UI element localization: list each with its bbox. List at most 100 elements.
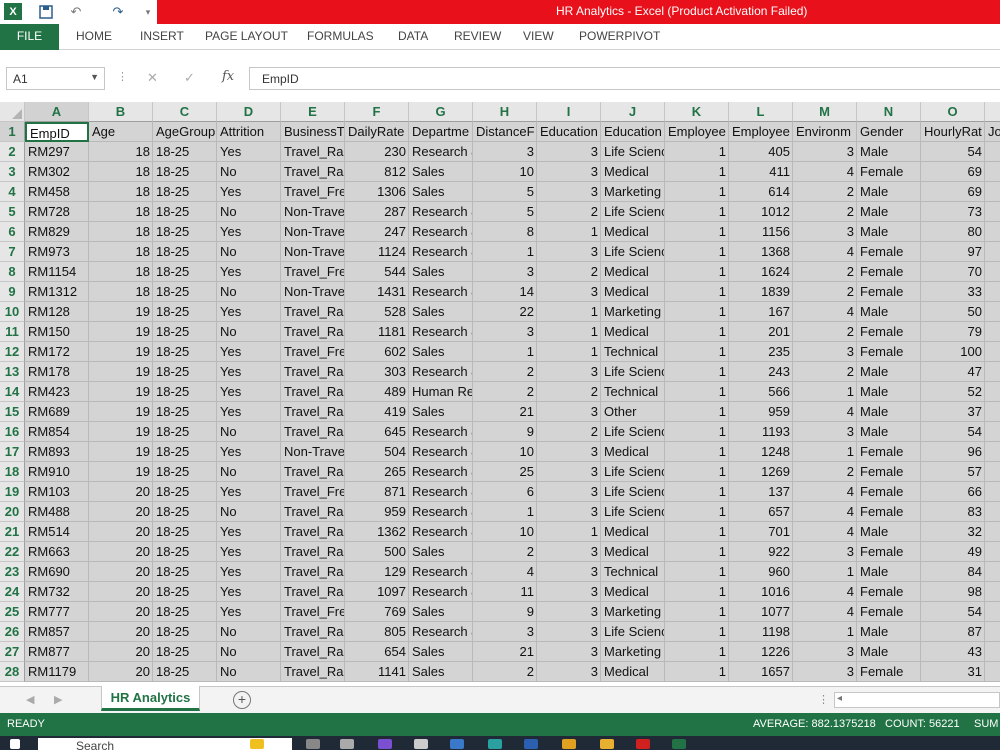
table-cell[interactable]: 504 [345,442,409,462]
table-cell[interactable]: 31 [921,662,985,682]
header-cell[interactable]: Departme [409,122,473,142]
table-cell[interactable]: 3 [537,542,601,562]
table-cell[interactable]: 8 [473,222,537,242]
tab-data[interactable]: DATA [398,29,428,43]
table-cell[interactable]: 3 [537,482,601,502]
table-cell[interactable] [985,422,1000,442]
table-cell[interactable]: 3 [537,162,601,182]
table-cell[interactable]: 20 [89,542,153,562]
table-cell[interactable]: 18 [89,162,153,182]
table-cell[interactable]: 1 [537,322,601,342]
windows-start-icon[interactable] [10,739,20,749]
row-header[interactable]: 21 [0,522,25,542]
table-cell[interactable]: Marketing [601,302,665,322]
table-cell[interactable]: 70 [921,262,985,282]
table-cell[interactable]: 137 [729,482,793,502]
table-cell[interactable]: 265 [345,462,409,482]
row-header[interactable]: 27 [0,642,25,662]
table-cell[interactable]: 69 [921,162,985,182]
table-cell[interactable]: Research & [409,422,473,442]
table-cell[interactable]: 18-25 [153,602,217,622]
copilot-icon[interactable] [378,739,392,749]
table-cell[interactable]: 18 [89,262,153,282]
table-cell[interactable]: 1 [793,382,857,402]
table-cell[interactable]: 20 [89,562,153,582]
table-cell[interactable]: Travel_Fre [281,182,345,202]
row-header[interactable]: 20 [0,502,25,522]
more-options-icon[interactable]: ⋮ [117,70,128,83]
table-cell[interactable]: RM488 [25,502,89,522]
formula-input[interactable]: EmpID [249,67,1000,90]
table-cell[interactable]: 419 [345,402,409,422]
table-cell[interactable]: 49 [921,542,985,562]
table-cell[interactable]: 18-25 [153,222,217,242]
header-cell[interactable]: HourlyRat [921,122,985,142]
tab-insert[interactable]: INSERT [140,29,184,43]
row-header[interactable]: 17 [0,442,25,462]
table-cell[interactable]: Research & [409,442,473,462]
table-cell[interactable]: 1248 [729,442,793,462]
table-cell[interactable]: Life Scienc [601,142,665,162]
table-cell[interactable]: Research & [409,362,473,382]
header-cell[interactable]: DailyRate [345,122,409,142]
table-cell[interactable]: 5 [473,182,537,202]
table-cell[interactable]: 3 [537,242,601,262]
table-cell[interactable]: 2 [793,462,857,482]
table-cell[interactable]: 230 [345,142,409,162]
table-cell[interactable]: 3 [537,442,601,462]
table-cell[interactable]: 20 [89,642,153,662]
row-header[interactable]: 3 [0,162,25,182]
table-cell[interactable]: 4 [793,302,857,322]
table-cell[interactable]: 19 [89,362,153,382]
table-cell[interactable]: Human Re [409,382,473,402]
table-cell[interactable]: RM829 [25,222,89,242]
table-cell[interactable] [985,222,1000,242]
table-cell[interactable]: 18-25 [153,262,217,282]
table-cell[interactable]: 57 [921,462,985,482]
table-cell[interactable]: 201 [729,322,793,342]
header-cell[interactable]: EmpID [25,122,89,142]
header-cell[interactable]: DistanceF [473,122,537,142]
table-cell[interactable]: Male [857,522,921,542]
table-cell[interactable]: 701 [729,522,793,542]
header-cell[interactable]: AgeGroup [153,122,217,142]
table-cell[interactable]: 6 [473,482,537,502]
row-header[interactable]: 8 [0,262,25,282]
tab-powerpivot[interactable]: POWERPIVOT [579,29,660,43]
table-cell[interactable]: Yes [217,442,281,462]
excel-taskbar-icon[interactable] [672,739,686,749]
table-cell[interactable]: 3 [793,142,857,162]
prev-sheet-icon[interactable]: ◀ [26,693,34,706]
table-cell[interactable]: Female [857,322,921,342]
column-header-g[interactable]: G [409,102,473,122]
table-cell[interactable] [985,342,1000,362]
column-header-b[interactable]: B [89,102,153,122]
table-cell[interactable]: 19 [89,322,153,342]
table-cell[interactable]: 1012 [729,202,793,222]
table-cell[interactable]: 9 [473,602,537,622]
table-cell[interactable]: Travel_Ra [281,382,345,402]
table-cell[interactable]: 2 [473,662,537,682]
column-header-p[interactable] [985,102,1000,122]
table-cell[interactable]: 10 [473,162,537,182]
table-cell[interactable]: 14 [473,282,537,302]
table-cell[interactable]: 3 [793,422,857,442]
table-cell[interactable]: 3 [537,362,601,382]
table-cell[interactable]: 769 [345,602,409,622]
word-icon[interactable] [524,739,538,749]
table-cell[interactable]: 1 [665,602,729,622]
table-cell[interactable] [985,542,1000,562]
table-cell[interactable]: Research & [409,522,473,542]
table-cell[interactable]: 1 [665,402,729,422]
table-cell[interactable]: 18-25 [153,162,217,182]
table-cell[interactable]: 2 [793,322,857,342]
table-cell[interactable]: Travel_Fre [281,262,345,282]
table-cell[interactable]: 1 [665,662,729,682]
table-cell[interactable]: Yes [217,222,281,242]
table-cell[interactable]: 1 [665,482,729,502]
table-cell[interactable]: No [217,502,281,522]
table-cell[interactable]: 1 [665,442,729,462]
table-cell[interactable]: Research & [409,502,473,522]
table-cell[interactable]: 1 [473,242,537,262]
table-cell[interactable] [985,482,1000,502]
